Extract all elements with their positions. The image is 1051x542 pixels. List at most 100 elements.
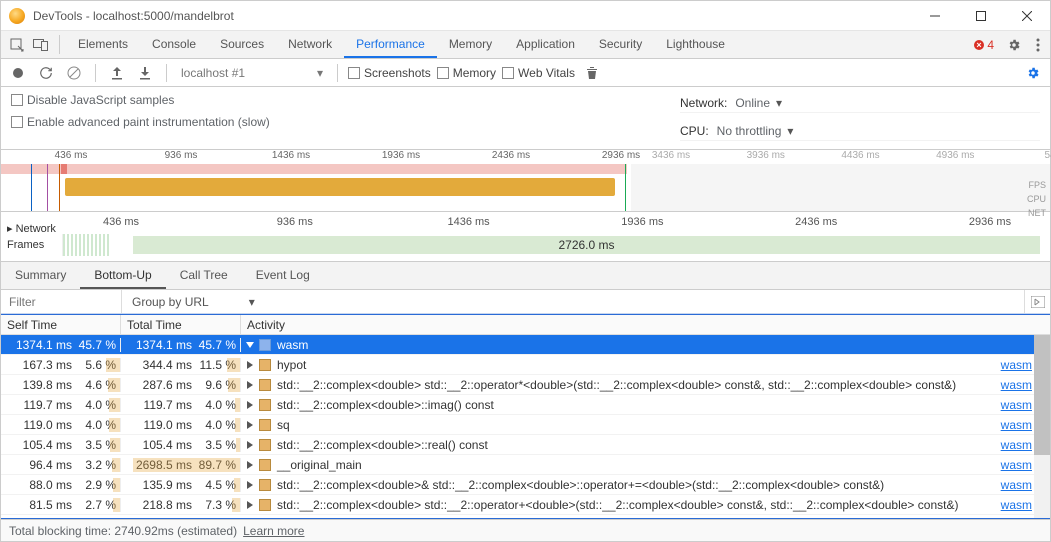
- expand-icon[interactable]: [247, 481, 253, 489]
- activity-name: std::__2::complex<double> std::__2::oper…: [277, 498, 958, 512]
- expand-icon[interactable]: [247, 361, 253, 369]
- activity-name: wasm: [277, 338, 308, 352]
- clear-button[interactable]: [63, 62, 85, 84]
- maximize-button[interactable]: [958, 1, 1004, 31]
- overview-tick-grey: 4936 ms: [936, 150, 974, 161]
- overview-tick-grey: 54: [1044, 150, 1051, 161]
- table-row[interactable]: 119.7 ms4.0 %119.7 ms4.0 %std::__2::comp…: [1, 395, 1050, 415]
- source-link[interactable]: wasm: [1001, 398, 1032, 412]
- table-row[interactable]: 167.3 ms5.6 %344.4 ms11.5 %hypotwasm: [1, 355, 1050, 375]
- expand-icon[interactable]: [247, 381, 253, 389]
- tab-console[interactable]: Console: [140, 31, 208, 58]
- expand-icon[interactable]: [247, 421, 253, 429]
- close-button[interactable]: [1004, 1, 1050, 31]
- overview-tick-grey: 3436 ms: [652, 150, 690, 161]
- network-label: Network:: [680, 96, 727, 110]
- download-button[interactable]: [134, 62, 156, 84]
- profile-select[interactable]: localhost #1▾: [177, 66, 327, 80]
- col-total-time[interactable]: Total Time: [121, 315, 241, 334]
- cpu-select[interactable]: No throttling▾: [717, 124, 794, 138]
- details-tab-call-tree[interactable]: Call Tree: [166, 262, 242, 289]
- tab-application[interactable]: Application: [504, 31, 587, 58]
- details-tab-bottom-up[interactable]: Bottom-Up: [80, 262, 165, 289]
- details-tabs: SummaryBottom-UpCall TreeEvent Log: [1, 262, 1050, 290]
- tab-elements[interactable]: Elements: [66, 31, 140, 58]
- error-badge[interactable]: × 4: [973, 38, 994, 52]
- source-link[interactable]: wasm: [1001, 378, 1032, 392]
- tab-network[interactable]: Network: [276, 31, 344, 58]
- flame-chart-header[interactable]: ▸ Network 436 ms936 ms1436 ms1936 ms2436…: [1, 212, 1050, 262]
- devtools-icon: [9, 8, 25, 24]
- enable-paint-instrumentation-checkbox[interactable]: Enable advanced paint instrumentation (s…: [11, 115, 680, 129]
- capture-settings-panel: Disable JavaScript samples Enable advanc…: [1, 87, 1050, 150]
- show-heaviest-stack-button[interactable]: [1024, 290, 1050, 313]
- table-row[interactable]: 81.5 ms2.7 %218.8 ms7.3 %std::__2::compl…: [1, 495, 1050, 515]
- overview-timeline[interactable]: 436 ms936 ms1436 ms1936 ms2436 ms2936 ms…: [1, 150, 1050, 212]
- frame-block[interactable]: 2726.0 ms: [133, 236, 1040, 254]
- tab-security[interactable]: Security: [587, 31, 654, 58]
- webvitals-checkbox[interactable]: Web Vitals: [502, 66, 575, 80]
- capture-settings-gear-icon[interactable]: [1022, 62, 1044, 84]
- table-row[interactable]: 1374.1 ms45.7 %1374.1 ms45.7 %wasm: [1, 335, 1050, 355]
- expand-icon[interactable]: [247, 461, 253, 469]
- frames-label[interactable]: Frames: [1, 234, 63, 256]
- minimize-button[interactable]: [912, 1, 958, 31]
- scrollbar-thumb[interactable]: [1034, 335, 1050, 455]
- table-row[interactable]: 119.0 ms4.0 %119.0 ms4.0 %sqwasm: [1, 415, 1050, 435]
- element-picker-icon[interactable]: [5, 31, 29, 58]
- overview-tick: 1436 ms: [272, 150, 310, 161]
- svg-text:×: ×: [977, 40, 982, 50]
- source-link[interactable]: wasm: [1001, 498, 1032, 512]
- table-row[interactable]: 88.0 ms2.9 %135.9 ms4.5 %std::__2::compl…: [1, 475, 1050, 495]
- ruler-tick: 2936 ms: [969, 216, 1011, 228]
- memory-checkbox[interactable]: Memory: [437, 66, 496, 80]
- table-row[interactable]: 105.4 ms3.5 %105.4 ms3.5 %std::__2::comp…: [1, 435, 1050, 455]
- tab-memory[interactable]: Memory: [437, 31, 504, 58]
- bottom-up-table: Self Time Total Time Activity 1374.1 ms4…: [1, 314, 1050, 519]
- col-self-time[interactable]: Self Time: [1, 315, 121, 334]
- kebab-menu-icon[interactable]: [1026, 38, 1050, 52]
- disable-js-samples-checkbox[interactable]: Disable JavaScript samples: [11, 93, 680, 107]
- source-link[interactable]: wasm: [1001, 478, 1032, 492]
- expand-icon[interactable]: [247, 441, 253, 449]
- col-activity[interactable]: Activity: [241, 315, 1050, 334]
- activity-swatch: [259, 399, 271, 411]
- details-tab-summary[interactable]: Summary: [1, 262, 80, 289]
- filter-input[interactable]: [1, 290, 121, 313]
- overview-tick: 2936 ms: [602, 150, 640, 161]
- vertical-scrollbar[interactable]: [1034, 335, 1050, 518]
- tab-performance[interactable]: Performance: [344, 31, 437, 58]
- screenshots-checkbox[interactable]: Screenshots: [348, 66, 431, 80]
- tab-lighthouse[interactable]: Lighthouse: [654, 31, 737, 58]
- group-by-select[interactable]: Group by URL▾: [121, 290, 1024, 313]
- performance-toolbar: localhost #1▾ Screenshots Memory Web Vit…: [1, 59, 1050, 87]
- learn-more-link[interactable]: Learn more: [243, 524, 304, 538]
- cpu-label: CPU:: [680, 124, 709, 138]
- details-tab-event-log[interactable]: Event Log: [242, 262, 324, 289]
- source-link[interactable]: wasm: [1001, 438, 1032, 452]
- tab-sources[interactable]: Sources: [208, 31, 276, 58]
- activity-name: __original_main: [277, 458, 362, 472]
- activity-swatch: [259, 339, 271, 351]
- device-toggle-icon[interactable]: [29, 31, 53, 58]
- activity-swatch: [259, 439, 271, 451]
- activity-name: sq: [277, 418, 290, 432]
- settings-gear-icon[interactable]: [1002, 38, 1026, 52]
- upload-button[interactable]: [106, 62, 128, 84]
- activity-name: std::__2::complex<double>::imag() const: [277, 398, 494, 412]
- table-row[interactable]: 96.4 ms3.2 %2698.5 ms89.7 %__original_ma…: [1, 455, 1050, 475]
- error-count: 4: [987, 38, 994, 52]
- activity-name: std::__2::complex<double>::real() const: [277, 438, 488, 452]
- trash-button[interactable]: [581, 62, 603, 84]
- expand-icon[interactable]: [247, 501, 253, 509]
- expand-icon[interactable]: [247, 401, 253, 409]
- source-link[interactable]: wasm: [1001, 458, 1032, 472]
- table-row[interactable]: 139.8 ms4.6 %287.6 ms9.6 %std::__2::comp…: [1, 375, 1050, 395]
- ruler-tick: 436 ms: [103, 216, 139, 228]
- network-select[interactable]: Online▾: [735, 96, 782, 110]
- source-link[interactable]: wasm: [1001, 358, 1032, 372]
- record-button[interactable]: [7, 62, 29, 84]
- source-link[interactable]: wasm: [1001, 418, 1032, 432]
- expand-icon[interactable]: [246, 342, 254, 348]
- reload-button[interactable]: [35, 62, 57, 84]
